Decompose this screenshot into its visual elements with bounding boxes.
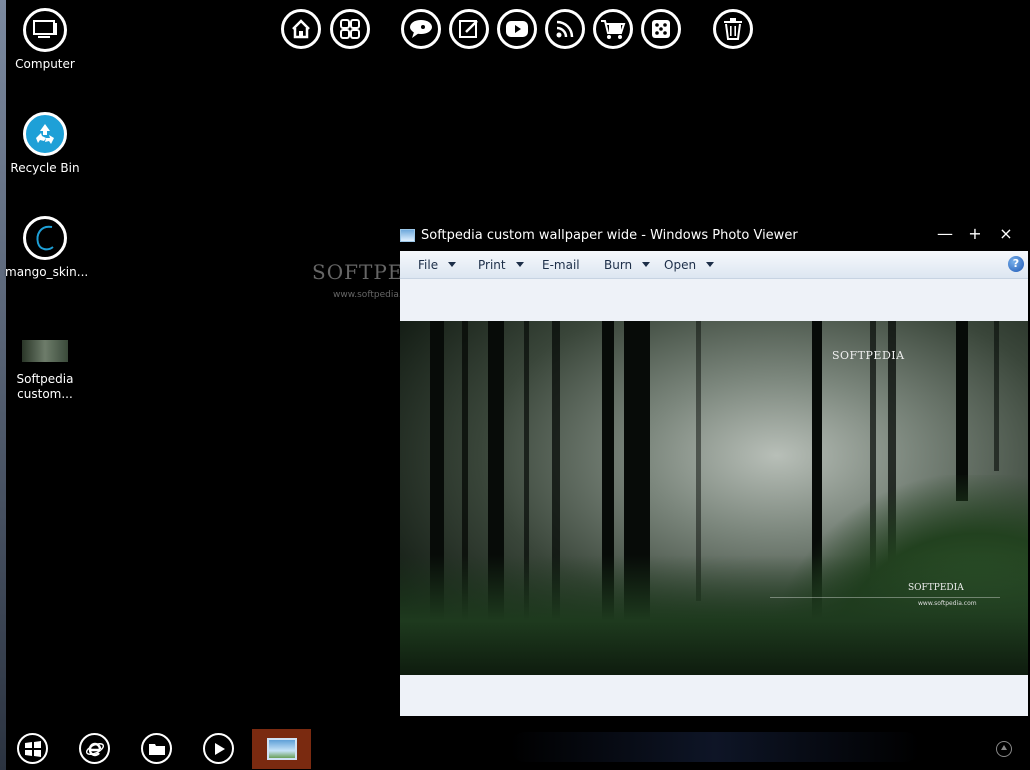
menu-print[interactable]: Print: [478, 258, 524, 272]
launcher-home-button[interactable]: [281, 9, 321, 49]
launcher-apps-button[interactable]: [330, 9, 370, 49]
internet-explorer-icon: [85, 742, 104, 756]
taskbar-explorer[interactable]: [141, 733, 172, 764]
menu-file[interactable]: File: [418, 258, 457, 272]
photo-viewer-titlebar[interactable]: Softpedia custom wallpaper wide - Window…: [398, 222, 1030, 250]
menu-open[interactable]: Open: [664, 258, 715, 272]
desktop-icon-recycle-bin[interactable]: Recycle Bin: [5, 112, 85, 176]
rss-feed-icon: [556, 20, 574, 38]
viewer-background-top: [400, 279, 1028, 321]
chevron-down-icon: [642, 262, 651, 267]
media-play-icon: [214, 742, 225, 755]
launcher-rss-button[interactable]: [545, 9, 585, 49]
taskbar-internet-explorer[interactable]: [79, 733, 110, 764]
tree-trunk: [994, 321, 999, 471]
edit-pencil-icon: [459, 20, 478, 38]
photo-logo-bottom: SOFTPEDIA: [908, 583, 964, 593]
photo-logo-url: www.softpedia.com: [918, 600, 977, 607]
forest-floor: [400, 555, 1028, 675]
window-title: Softpedia custom wallpaper wide - Window…: [421, 228, 798, 243]
photo-viewer-menubar: File Print E-mail Burn Open ?: [400, 251, 1028, 279]
shopping-cart-icon: [601, 20, 626, 39]
launcher-games-button[interactable]: [641, 9, 681, 49]
apps-grid-icon: [340, 19, 360, 39]
minimize-button[interactable]: —: [934, 224, 956, 243]
menu-burn[interactable]: Burn: [604, 258, 651, 272]
chevron-down-icon: [515, 262, 524, 267]
launcher-notes-button[interactable]: [449, 9, 489, 49]
dice-icon: [652, 20, 670, 38]
start-button[interactable]: [17, 733, 48, 764]
windows-start-icon: [24, 740, 41, 757]
desktop-icon-computer[interactable]: Computer: [5, 8, 85, 72]
mango-skin-icon: [23, 216, 67, 260]
help-icon[interactable]: ?: [1008, 256, 1024, 272]
speech-bubble-icon: [410, 20, 432, 38]
video-play-icon: [506, 21, 528, 37]
menu-email[interactable]: E-mail: [542, 258, 580, 272]
desktop-icon-label: Recycle Bin: [10, 161, 80, 175]
taskbar-media-player[interactable]: [203, 733, 234, 764]
trash-icon: [724, 18, 742, 40]
scroll-up-icon[interactable]: [996, 741, 1012, 757]
viewer-background-bottom: [400, 675, 1028, 716]
launcher-trash-button[interactable]: [713, 9, 753, 49]
maximize-button[interactable]: +: [964, 224, 986, 243]
recycle-icon: [23, 112, 67, 156]
taskbar-photo-viewer[interactable]: [252, 729, 311, 769]
desktop-icon-label: Computer: [15, 57, 75, 71]
chevron-down-icon: [706, 262, 715, 267]
desktop-icon-mango-skin[interactable]: mango_skin...: [5, 216, 89, 280]
close-button[interactable]: ×: [995, 224, 1017, 243]
ghost-dock: [510, 732, 920, 762]
chevron-down-icon: [448, 262, 457, 267]
photo-logo-top: SOFTPEDIA: [832, 349, 905, 362]
tree-trunk: [956, 321, 968, 501]
photo-viewer-app-icon: [400, 229, 415, 242]
launcher-video-button[interactable]: [497, 9, 537, 49]
desktop-icon-softpedia-wallpaper[interactable]: Softpedia custom...: [5, 320, 85, 402]
desktop-icon-label: Softpedia custom...: [16, 372, 74, 401]
launcher-shop-button[interactable]: [593, 9, 633, 49]
photo-viewer-icon: [266, 738, 297, 760]
folder-icon: [148, 743, 165, 755]
photo-logo-line: [770, 597, 1000, 598]
launcher-messaging-button[interactable]: [401, 9, 441, 49]
desktop-icon-label: mango_skin...: [5, 265, 89, 279]
photo-viewer-window: Softpedia custom wallpaper wide - Window…: [398, 222, 1030, 718]
home-icon: [292, 19, 310, 39]
image-thumbnail-icon: [22, 340, 68, 362]
computer-icon: [23, 8, 67, 52]
wallpaper-photo: SOFTPEDIA SOFTPEDIA www.softpedia.com: [400, 321, 1028, 675]
